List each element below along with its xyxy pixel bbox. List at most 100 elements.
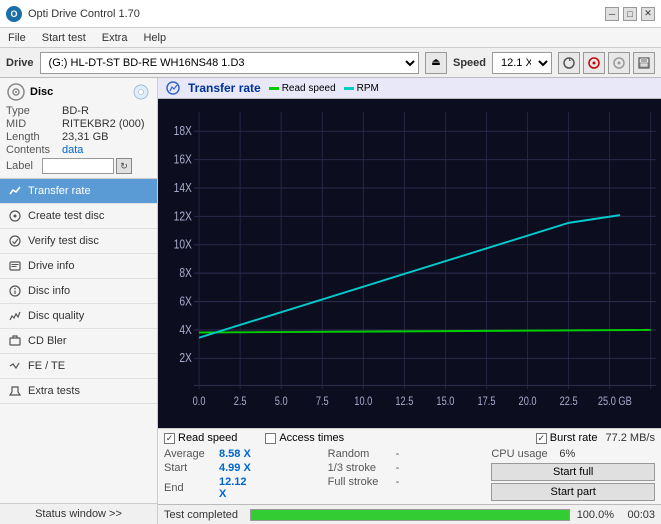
disc-info-icon xyxy=(8,284,22,298)
nav-items: Transfer rate Create test disc xyxy=(0,179,157,503)
save-button[interactable] xyxy=(633,52,655,74)
random-label: Random xyxy=(328,448,396,460)
svg-text:7.5: 7.5 xyxy=(316,396,329,408)
nav-create-test-disc[interactable]: Create test disc xyxy=(0,204,157,229)
speed-select[interactable]: 12.1 X xyxy=(492,52,552,74)
transfer-rate-chart: 18X 16X 14X 12X 10X 8X 6X 4X 2X 0.0 2.5 … xyxy=(158,99,661,428)
start-row: Start 4.99 X xyxy=(164,461,328,475)
close-button[interactable]: ✕ xyxy=(641,7,655,21)
menu-start-test[interactable]: Start test xyxy=(38,31,90,45)
label-input[interactable] xyxy=(42,158,114,174)
chart-legend: Read speed RPM xyxy=(269,83,379,94)
legend-read-speed: Read speed xyxy=(269,83,336,94)
svg-text:12X: 12X xyxy=(174,209,192,223)
chart-title: Transfer rate xyxy=(188,81,261,95)
chart-svg-wrapper: 18X 16X 14X 12X 10X 8X 6X 4X 2X 0.0 2.5 … xyxy=(158,99,661,428)
stats-col-1: Average 8.58 X Start 4.99 X End 12.12 X xyxy=(164,447,328,501)
nav-cd-bler[interactable]: CD Bler xyxy=(0,329,157,354)
progress-text: 100.0% xyxy=(576,509,614,521)
disc-label-row: Label ↻ xyxy=(6,158,151,174)
svg-text:2.5: 2.5 xyxy=(234,396,247,408)
disc-type-value: BD-R xyxy=(62,105,89,117)
eject-button[interactable]: ⏏ xyxy=(425,52,447,74)
stats-col-3: CPU usage 6% Start full Start part xyxy=(491,447,655,501)
legend-read-speed-color xyxy=(269,87,279,90)
start-label: Start xyxy=(164,462,219,474)
disc-length-label: Length xyxy=(6,131,62,143)
save-icon xyxy=(637,56,651,70)
nav-verify-test-disc[interactable]: Verify test disc xyxy=(0,229,157,254)
titlebar-controls: ─ □ ✕ xyxy=(605,7,655,21)
start-part-button[interactable]: Start part xyxy=(491,483,655,501)
stats-data-rows: Average 8.58 X Start 4.99 X End 12.12 X xyxy=(164,447,655,501)
disc-icon xyxy=(587,56,601,70)
disc-length-row: Length 23,31 GB xyxy=(6,131,151,143)
transfer-rate-icon xyxy=(8,184,22,198)
random-value: - xyxy=(396,448,416,460)
minimize-button[interactable]: ─ xyxy=(605,7,619,21)
access-times-checkbox-group: Access times xyxy=(265,432,344,444)
disc-mid-value: RITEKBR2 (000) xyxy=(62,118,145,130)
sidebar: Disc Type BD-R MID RITEKBR2 (000) Length… xyxy=(0,78,158,524)
main-layout: Disc Type BD-R MID RITEKBR2 (000) Length… xyxy=(0,78,661,524)
titlebar: O Opti Drive Control 1.70 ─ □ ✕ xyxy=(0,0,661,28)
chart-header: Transfer rate Read speed RPM xyxy=(158,78,661,99)
nav-extra-tests[interactable]: Extra tests xyxy=(0,379,157,404)
disc-panel: Disc Type BD-R MID RITEKBR2 (000) Length… xyxy=(0,78,157,179)
disc-mid-label: MID xyxy=(6,118,62,130)
status-window-label: Status window >> xyxy=(35,508,122,520)
drive-select[interactable]: (G:) HL-DT-ST BD-RE WH16NS48 1.D3 xyxy=(40,52,419,74)
cd-bler-icon xyxy=(8,334,22,348)
menu-help[interactable]: Help xyxy=(139,31,170,45)
nav-disc-quality[interactable]: Disc quality xyxy=(0,304,157,329)
svg-text:25.0 GB: 25.0 GB xyxy=(598,396,632,408)
nav-transfer-rate[interactable]: Transfer rate xyxy=(0,179,157,204)
svg-text:5.0: 5.0 xyxy=(275,396,288,408)
legend-read-speed-label: Read speed xyxy=(282,83,336,94)
cpu-label: CPU usage xyxy=(491,448,559,460)
extra-tests-icon xyxy=(8,384,22,398)
read-speed-checkbox-group: Read speed xyxy=(164,432,237,444)
legend-rpm: RPM xyxy=(344,83,379,94)
svg-text:0.0: 0.0 xyxy=(193,396,206,408)
label-refresh-button[interactable]: ↻ xyxy=(116,158,132,174)
disc-contents-label: Contents xyxy=(6,144,62,156)
disc-header: Disc xyxy=(6,82,151,102)
disc-small-icon xyxy=(131,82,151,102)
speed-label: Speed xyxy=(453,57,486,69)
menu-file[interactable]: File xyxy=(4,31,30,45)
drive-info-icon xyxy=(8,259,22,273)
nav-fe-te[interactable]: FE / TE xyxy=(0,354,157,379)
app-icon: O xyxy=(6,6,22,22)
average-row: Average 8.58 X xyxy=(164,447,328,461)
create-disc-icon xyxy=(8,209,22,223)
disc-panel-icon xyxy=(6,82,26,102)
cpu-value: 6% xyxy=(559,448,575,460)
maximize-button[interactable]: □ xyxy=(623,7,637,21)
titlebar-left: O Opti Drive Control 1.70 xyxy=(6,6,140,22)
nav-drive-info[interactable]: Drive info xyxy=(0,254,157,279)
menu-extra[interactable]: Extra xyxy=(98,31,132,45)
refresh-button[interactable] xyxy=(558,52,580,74)
time-text: 00:03 xyxy=(620,509,655,521)
svg-text:12.5: 12.5 xyxy=(395,396,413,408)
read-speed-checkbox[interactable] xyxy=(164,433,175,444)
disc-button[interactable] xyxy=(583,52,605,74)
burst-rate-checkbox[interactable] xyxy=(536,433,547,444)
stroke-full-value: - xyxy=(396,476,416,488)
svg-text:2X: 2X xyxy=(179,351,192,365)
fe-te-icon xyxy=(8,359,22,373)
random-row: Random - xyxy=(328,447,492,461)
disc-contents-row: Contents data xyxy=(6,144,151,156)
status-window-button[interactable]: Status window >> xyxy=(0,503,157,524)
average-value: 8.58 X xyxy=(219,448,255,460)
stroke1-row: 1/3 stroke - xyxy=(328,461,492,475)
access-times-checkbox[interactable] xyxy=(265,433,276,444)
start-full-button[interactable]: Start full xyxy=(491,463,655,481)
end-label: End xyxy=(164,482,219,494)
nav-disc-info[interactable]: Disc info xyxy=(0,279,157,304)
write-button[interactable] xyxy=(608,52,630,74)
disc-type-row: Type BD-R xyxy=(6,105,151,117)
read-speed-checkbox-label: Read speed xyxy=(178,432,237,444)
svg-text:10.0: 10.0 xyxy=(354,396,372,408)
